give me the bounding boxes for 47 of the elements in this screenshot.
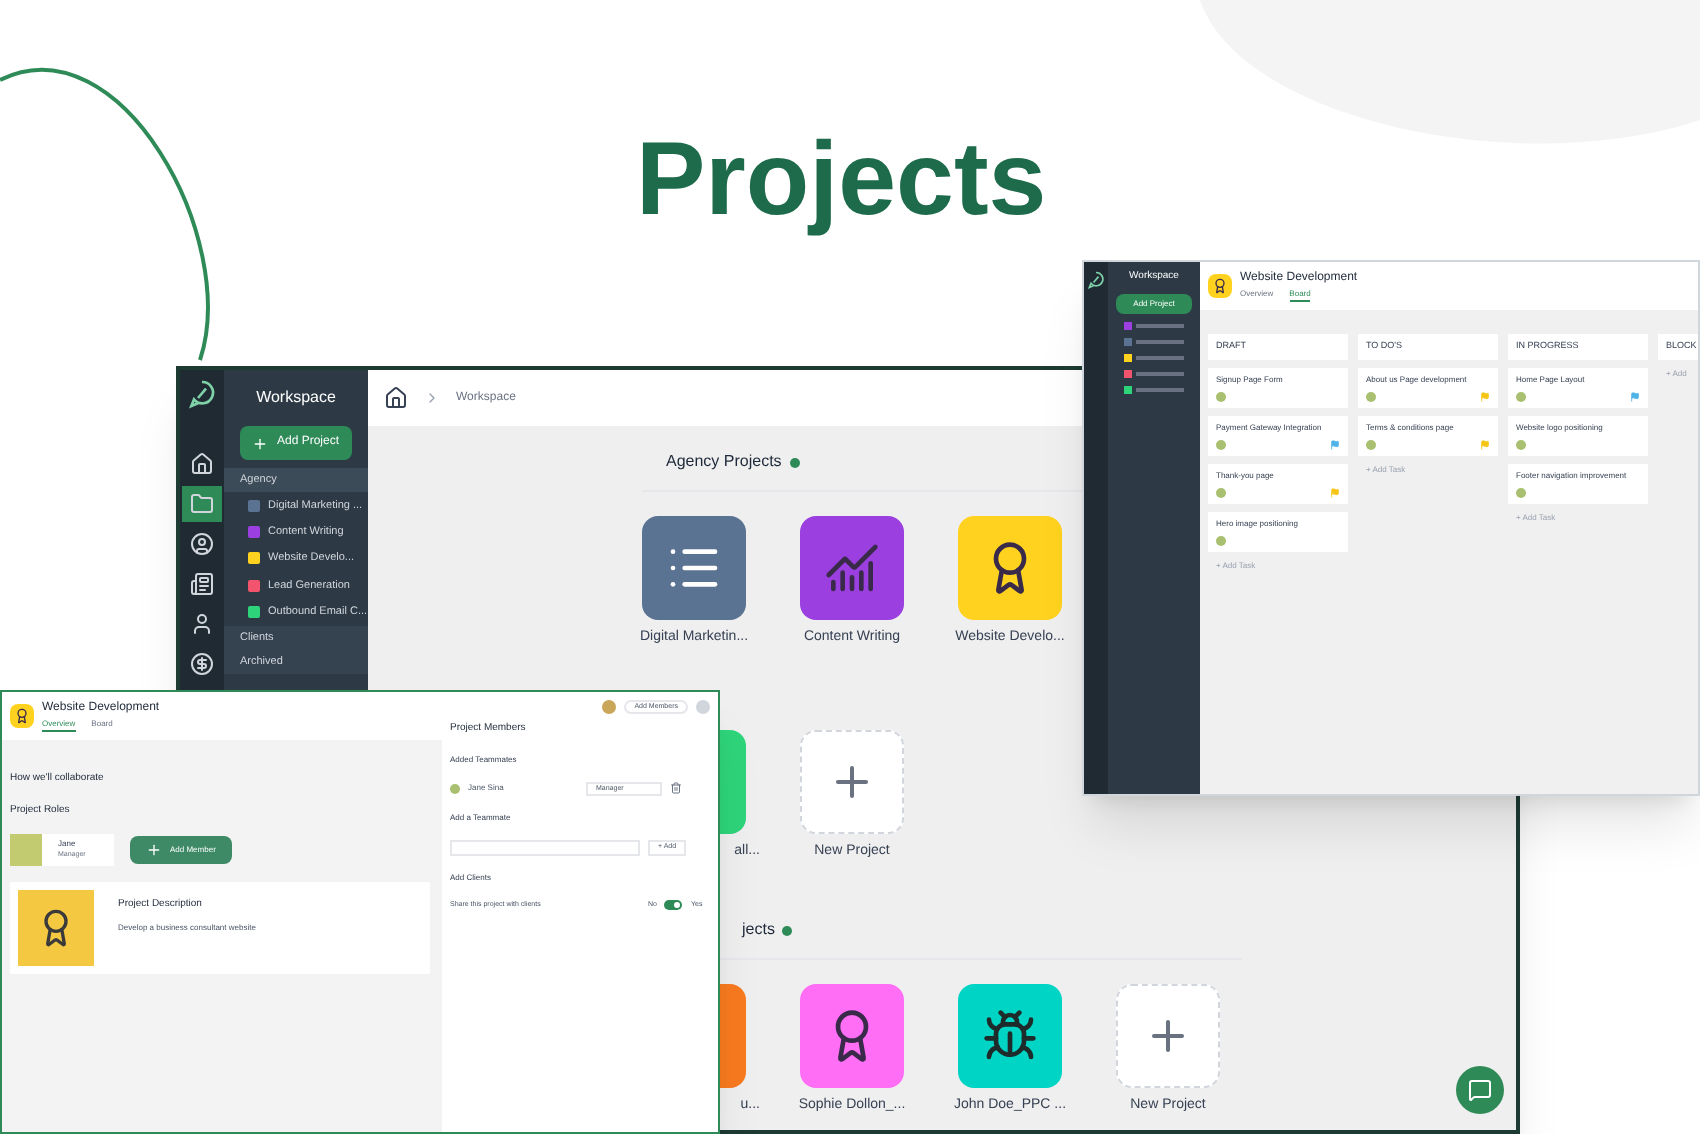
chat-button[interactable] [1456,1066,1504,1114]
home-icon [190,452,214,476]
avatar [10,834,42,866]
project-tile[interactable] [958,516,1062,620]
assignee-avatar [1516,487,1526,498]
leaf-logo-icon [186,378,218,410]
assignee-avatar [1366,391,1376,402]
plus-icon [146,842,162,858]
sidebar-item-line[interactable] [1136,323,1184,327]
avatar [602,700,617,715]
teammate-input[interactable] [450,840,640,856]
plus-icon [252,435,269,451]
folder-icon [190,492,214,516]
assignee-avatar [1216,439,1226,450]
sidebar-title: Workspace [254,386,338,410]
leaf-logo-icon [1086,270,1106,290]
assignee-avatar [1516,391,1526,402]
chart-icon [824,540,880,596]
clients-toggle[interactable] [664,900,683,911]
new-project-tile[interactable] [800,729,904,833]
sidebar-item-line[interactable] [1136,339,1184,343]
home-icon[interactable] [384,386,408,410]
section-title: Agency Projects [666,450,782,474]
new-project-tile[interactable] [1116,984,1220,1088]
assignee-avatar [1516,439,1526,450]
user-circle-icon [190,532,214,556]
user-icon [190,612,214,636]
assignee-avatar [1366,439,1376,450]
sidebar-item-line[interactable] [1136,371,1184,375]
sidebar-item-line[interactable] [1136,355,1184,359]
sidebar-item-line[interactable] [1136,387,1184,391]
trash-icon[interactable] [670,782,682,795]
project-tile[interactable] [800,516,904,620]
assignee-avatar [1216,487,1226,498]
project-tile[interactable] [800,984,904,1088]
dollar-icon [190,652,214,676]
assignee-avatar [1216,391,1226,402]
page-title: Projects [636,128,1047,232]
bug-icon [982,1008,1038,1064]
section-title: jects [742,918,775,942]
project-tile[interactable] [642,516,746,620]
chevron-icon [424,390,440,406]
chat-icon [1468,1078,1492,1102]
member-avatar [450,783,460,794]
assignee-avatar [1216,535,1226,546]
project-tile[interactable] [958,984,1062,1088]
newspaper-icon [190,572,214,596]
